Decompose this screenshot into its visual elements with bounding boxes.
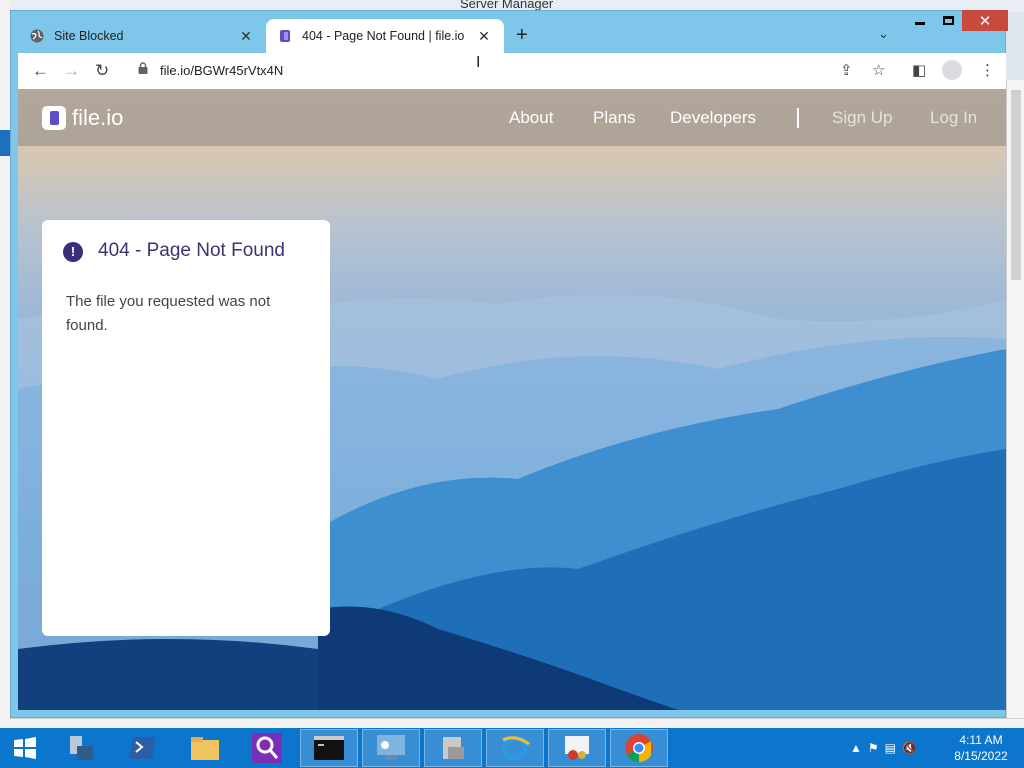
side-panel-icon[interactable]: ◧ (912, 61, 926, 79)
taskbar: ▲ ⚑ ▤ 🔇 4:11 AM 8/15/2022 (0, 728, 1024, 768)
tab-close-icon[interactable]: ✕ (238, 28, 254, 45)
nav-link-developers[interactable]: Developers (670, 108, 756, 128)
error-message: The file you requested was not found. (66, 293, 271, 334)
sign-up-link[interactable]: Sign Up (832, 108, 892, 128)
new-tab-button[interactable]: + (516, 24, 528, 47)
profile-avatar-icon[interactable] (942, 60, 962, 80)
magnifier-icon (252, 733, 282, 763)
command-prompt-icon (314, 736, 344, 760)
globe-icon (30, 29, 44, 43)
tab-strip: Site Blocked ✕ 404 - Page Not Found | fi… (18, 19, 1006, 53)
forward-arrow-icon[interactable]: → (63, 61, 80, 81)
alert-icon: ! (63, 242, 83, 262)
background-window-bottom-edge (10, 718, 1024, 728)
tab-title: Site Blocked (54, 29, 124, 43)
background-window-scrollbar[interactable] (1006, 80, 1024, 728)
control-panel-icon (377, 735, 405, 760)
fileio-logo-icon (42, 106, 66, 130)
certificate-icon (565, 736, 589, 760)
control-panel-taskbar-button[interactable] (362, 729, 420, 767)
error-card: ! 404 - Page Not Found The file you requ… (42, 220, 330, 636)
chrome-icon (625, 734, 653, 762)
nav-link-plans[interactable]: Plans (593, 108, 636, 128)
bookmark-star-icon[interactable]: ☆ (872, 61, 885, 79)
folder-icon (191, 737, 219, 760)
file-explorer-taskbar-button[interactable] (176, 729, 234, 767)
menu-kebab-icon[interactable]: ⋮ (980, 61, 995, 79)
clock-date: 8/15/2022 (954, 749, 1008, 763)
server-manager-icon (70, 736, 93, 760)
clock-time: 4:11 AM (959, 733, 1003, 747)
installer-icon (443, 737, 464, 759)
show-hidden-icons-icon[interactable]: ▲ (850, 741, 862, 755)
windows-logo-icon (14, 737, 36, 759)
powershell-icon (129, 737, 156, 759)
chrome-taskbar-button[interactable] (610, 729, 668, 767)
system-tray: ▲ ⚑ ▤ 🔇 (850, 728, 917, 768)
share-icon[interactable]: ⇪ (840, 61, 853, 79)
tab-site-blocked[interactable]: Site Blocked ✕ (18, 19, 266, 53)
nav-link-about[interactable]: About (509, 108, 553, 128)
tab-404-page[interactable]: 404 - Page Not Found | file.io ✕ (266, 19, 504, 53)
log-in-link[interactable]: Log In (930, 108, 977, 128)
error-title: 404 - Page Not Found (98, 240, 285, 261)
command-prompt-taskbar-button[interactable] (300, 729, 358, 767)
logo-text: file.io (72, 105, 124, 130)
browser-toolbar: ← → ↻ file.io/BGWr45rVtx4N ⇪ ☆ ◧ ⋮ (18, 53, 1006, 89)
fileio-icon (280, 30, 290, 42)
url-text[interactable]: file.io/BGWr45rVtx4N (160, 63, 283, 78)
background-window-left-edge (0, 0, 10, 728)
lock-icon[interactable] (138, 62, 148, 74)
address-bar[interactable]: file.io/BGWr45rVtx4N (128, 57, 943, 85)
installer-taskbar-button[interactable] (424, 729, 482, 767)
tab-title: 404 - Page Not Found | file.io (302, 29, 465, 43)
server-manager-taskbar-button[interactable] (52, 729, 110, 767)
volume-muted-icon[interactable]: 🔇 (902, 741, 917, 755)
powershell-taskbar-button[interactable] (114, 729, 172, 767)
site-logo[interactable]: file.io (42, 105, 123, 131)
internet-explorer-icon (502, 735, 530, 761)
web-page: file.io About Plans Developers Sign Up L… (18, 89, 1006, 710)
start-button[interactable] (0, 729, 50, 767)
text-cursor-icon: I (476, 54, 481, 71)
tab-search-chevron-icon[interactable]: ⌄ (878, 26, 889, 42)
search-tool-taskbar-button[interactable] (238, 729, 296, 767)
tab-close-icon[interactable]: ✕ (476, 28, 492, 45)
network-icon[interactable]: ▤ (885, 741, 896, 755)
internet-explorer-taskbar-button[interactable] (486, 729, 544, 767)
back-arrow-icon[interactable]: ← (32, 61, 49, 81)
action-center-flag-icon[interactable]: ⚑ (868, 741, 879, 755)
nav-divider (797, 108, 799, 128)
reload-icon[interactable]: ↻ (95, 61, 109, 81)
certificate-tool-taskbar-button[interactable] (548, 729, 606, 767)
taskbar-clock[interactable]: 4:11 AM 8/15/2022 (948, 732, 1014, 764)
site-header: file.io About Plans Developers Sign Up L… (18, 89, 1006, 146)
